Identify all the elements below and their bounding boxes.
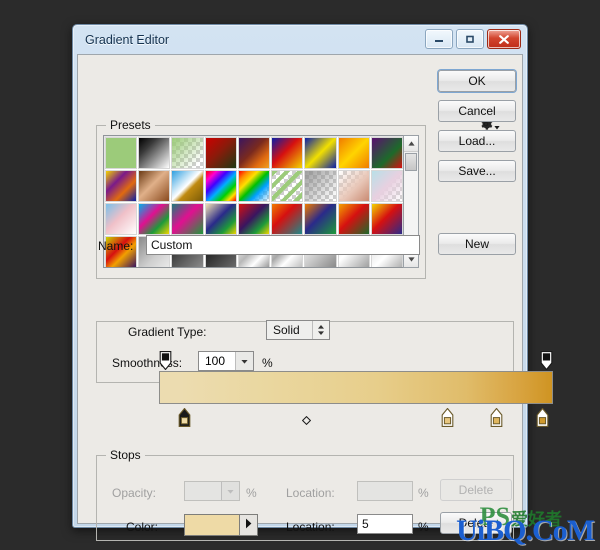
preset-swatch-spectrum[interactable] [204,170,237,202]
new-button[interactable]: New [438,233,516,255]
close-button[interactable] [487,29,521,49]
preset-swatch-teal-magenta[interactable] [171,203,204,235]
scroll-up-arrow[interactable] [404,136,418,152]
preset-swatch-blue-red-yellow[interactable] [271,137,304,169]
opacity-stop-start[interactable] [159,351,172,371]
gradient-stop-layer [159,351,553,431]
chevron-right-icon [245,518,252,532]
opacity-stop-end[interactable] [540,351,553,371]
preset-swatch-purple-orange[interactable] [237,137,271,169]
spinner-updown-icon [312,321,329,339]
preset-swatch-orange-yellow[interactable] [337,137,370,169]
save-button[interactable]: Save... [438,160,516,182]
presets-legend: Presets [106,118,155,132]
preset-swatch-fill [371,171,402,201]
preset-swatch-yellow-purple-orange[interactable] [105,170,138,202]
preset-swatch-green-stripes[interactable] [271,170,304,202]
color-picker-arrow-button[interactable] [240,514,258,536]
gradient-type-value: Solid [273,323,300,337]
opacity-label: Opacity: [112,486,157,500]
preset-swatch-fill [272,171,303,201]
stops-legend: Stops [106,448,145,462]
preset-swatch-orange-red-teal[interactable] [271,203,304,235]
preset-swatch-red-dark-green[interactable] [204,137,237,169]
opacity-input [184,481,240,501]
color-location-label: Location: [286,520,335,534]
color-stop-3[interactable] [490,407,503,427]
preset-swatch-blue-yellow[interactable] [304,137,337,169]
preset-swatch-fill [338,171,369,201]
opacity-location-unit: % [418,486,429,500]
opacity-delete-button: Delete [440,479,512,501]
color-stop-4[interactable] [536,407,549,427]
maximize-button[interactable] [456,29,484,49]
color-stop-1[interactable] [178,407,191,427]
preset-swatch-transparent-gray[interactable] [304,170,337,202]
color-swatch[interactable] [184,514,240,536]
preset-swatch-pastel-blue-pink[interactable] [105,203,138,235]
opacity-location-label: Location: [286,486,335,500]
preset-swatch-cream-blue-green[interactable] [204,203,237,235]
preset-swatch-black-white[interactable] [138,137,171,169]
preset-swatch-pink-transparent[interactable] [337,170,370,202]
preset-swatch-green-transparent[interactable] [171,137,204,169]
load-button[interactable]: Load... [438,130,516,152]
name-label: Name: [98,239,134,253]
preset-swatch-rainbow-transparent[interactable] [237,170,271,202]
preset-swatch-orange-red-green[interactable] [337,203,370,235]
gradient-editor-dialog: Gradient Editor Presets OK Cancel Load..… [72,24,553,541]
preset-swatch-copper[interactable] [138,170,171,202]
preset-swatch-pastel-transparent[interactable] [370,170,403,202]
color-swatch-fill [185,515,239,535]
preset-swatch-green-solid[interactable] [105,137,138,169]
color-label: Color: [126,520,159,534]
preset-swatch-fill [305,171,336,201]
preset-swatch-cyan-magenta-green[interactable] [138,203,171,235]
minimize-button[interactable] [425,29,453,49]
preset-swatch-red-purple-yellow[interactable] [237,203,271,235]
window-title: Gradient Editor [85,32,170,47]
title-bar[interactable]: Gradient Editor [77,25,523,54]
color-location-unit: % [418,520,429,534]
opacity-location-input [357,481,413,501]
cancel-button[interactable]: Cancel [438,100,516,122]
gradient-type-select[interactable]: Solid [266,320,330,340]
preset-swatch-fill [172,138,203,168]
opacity-unit: % [246,486,257,500]
preset-swatch-blue-gold-sky[interactable] [171,170,204,202]
window-controls [425,29,521,49]
color-delete-button[interactable]: Delete [440,512,512,534]
name-input[interactable]: Custom [146,235,420,255]
scrollbar-thumb[interactable] [405,153,417,171]
color-location-input[interactable]: 5 [357,514,413,534]
dialog-client-area: Presets OK Cancel Load... Save... New Na… [77,54,553,541]
preset-swatch-fill [238,171,270,201]
preset-swatch-purple-green[interactable] [370,137,403,169]
presets-group: Presets [96,118,426,279]
preset-swatch-yellow-red-blue[interactable] [370,203,403,235]
chevron-down-icon [221,482,239,500]
ok-button[interactable]: OK [438,70,516,92]
preset-swatch-orange-blue-green[interactable] [304,203,337,235]
color-stop-2[interactable] [441,407,454,427]
gradient-type-label: Gradient Type: [124,325,211,339]
midpoint-diamond[interactable] [301,414,312,428]
